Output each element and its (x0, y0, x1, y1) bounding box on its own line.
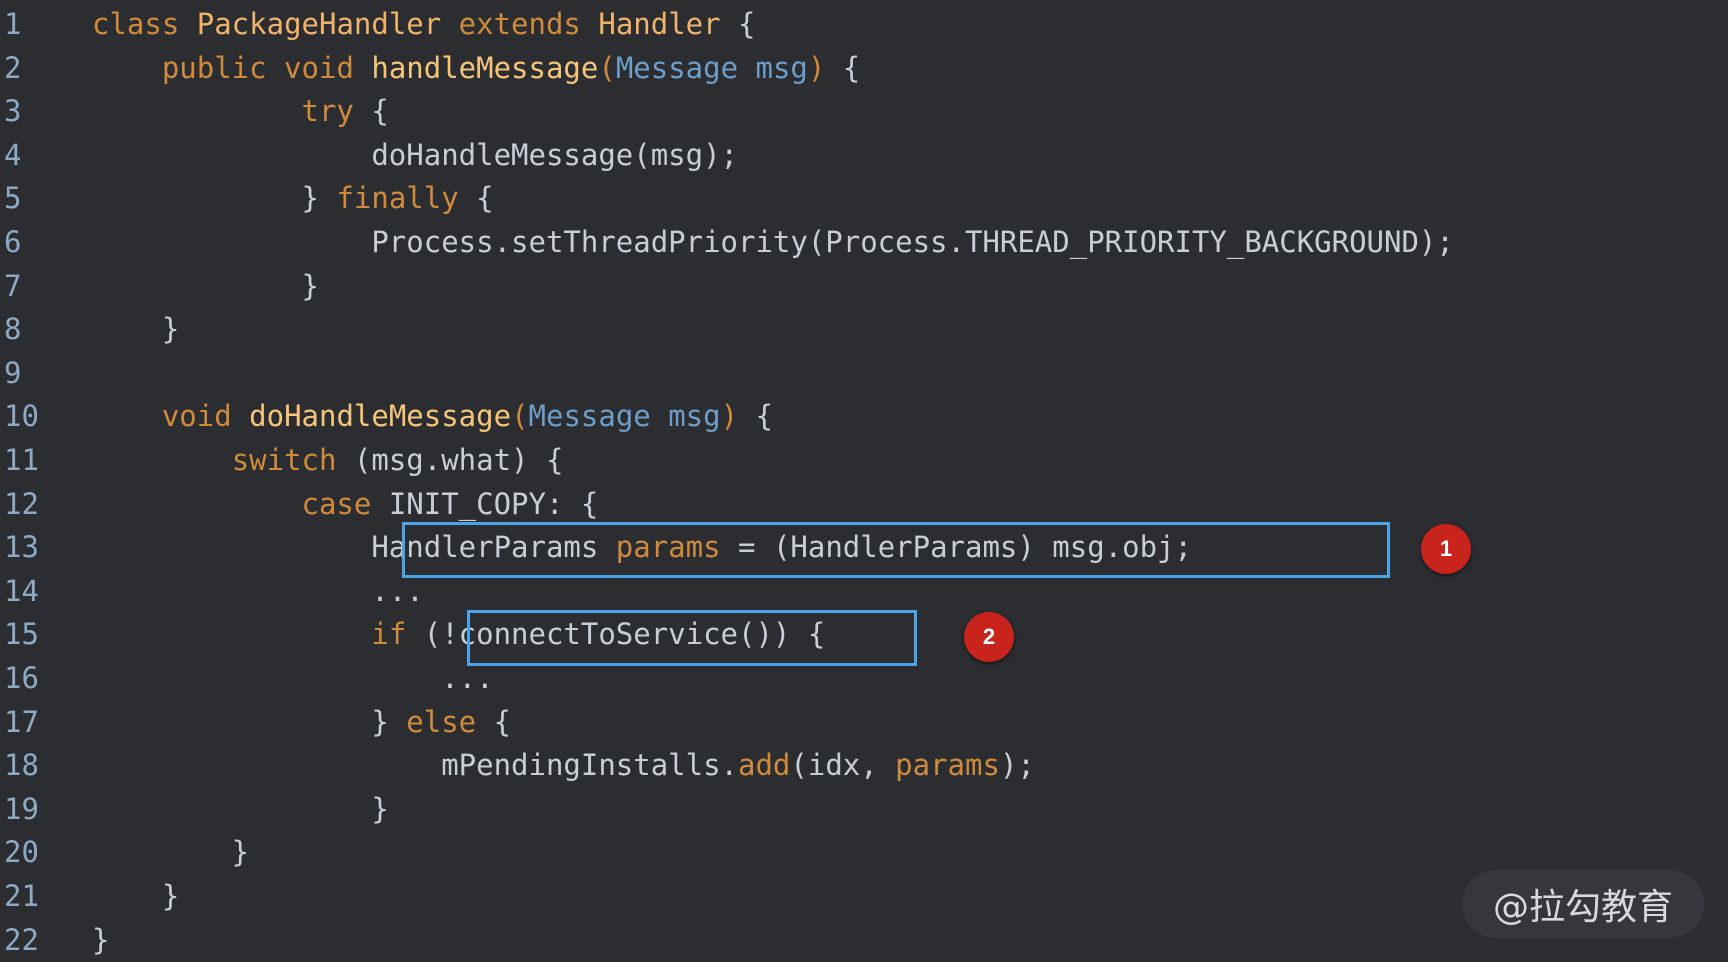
code-text: Process.setThreadPriority(Process.THREAD… (92, 220, 1454, 264)
code-text: public void handleMessage(Message msg) { (92, 46, 860, 90)
watermark-logo: @拉勾教育 (1462, 870, 1704, 938)
highlight-box-connect (467, 610, 917, 666)
line-number: 21 (4, 879, 39, 913)
code-token: } (92, 835, 250, 870)
highlight-box-params (402, 522, 1390, 578)
code-token: } (92, 312, 180, 347)
code-token: finally (336, 181, 459, 216)
line-number: 20 (4, 835, 39, 870)
code-text: } (92, 918, 109, 962)
annotation-badge-1: 1 (1421, 524, 1471, 574)
line-number: 3 (4, 94, 22, 129)
annotation-badge-2: 2 (964, 612, 1014, 662)
line-number: 22 (4, 922, 39, 957)
code-token: (msg.what) { (336, 443, 564, 477)
code-token: void (161, 399, 250, 434)
code-token: Handler (598, 7, 739, 41)
line-number: 13 (4, 530, 39, 565)
code-token: handleMessage (371, 50, 599, 85)
code-token: (idx, (790, 748, 896, 783)
code-token: } (92, 704, 407, 739)
code-token: add (738, 748, 791, 783)
code-token: { (353, 94, 389, 129)
code-text: } (92, 830, 249, 874)
code-token: doHandleMessage (249, 399, 512, 434)
code-text: ... (92, 569, 424, 613)
line-number: 15 (4, 617, 39, 652)
line-number: 1 (4, 7, 22, 41)
code-text: } (92, 264, 319, 308)
code-token: switch (231, 443, 337, 477)
code-text: } (92, 307, 179, 351)
line-number: 19 (4, 791, 39, 826)
code-text: try { (92, 89, 389, 133)
code-token: doHandleMessage(msg); (92, 137, 739, 172)
code-token: { (738, 7, 756, 41)
line-number: 7 (4, 268, 22, 303)
code-text: } (92, 787, 389, 831)
code-token: } (92, 181, 337, 216)
code-text: switch (msg.what) { (92, 438, 564, 482)
code-token: { (738, 399, 773, 434)
code-text: doHandleMessage(msg); (92, 133, 738, 177)
code-token: { (458, 181, 494, 216)
code-text: case INIT_COPY: { (92, 482, 599, 526)
code-token: Message msg (528, 399, 721, 434)
code-text: } (92, 874, 179, 918)
code-token: INIT_COPY: { (371, 486, 599, 521)
code-text: class PackageHandler extends Handler { (92, 2, 756, 46)
line-number: 8 (4, 312, 22, 347)
code-token: ( (511, 399, 529, 434)
code-token: case (301, 486, 372, 521)
code-token: } (92, 922, 110, 957)
code-token: else (406, 704, 477, 739)
line-number: 6 (4, 225, 22, 259)
line-number: 9 (4, 355, 22, 390)
code-token: ) (807, 50, 826, 85)
line-number: 2 (4, 50, 22, 85)
line-number: 11 (4, 443, 39, 477)
line-number: 5 (4, 181, 22, 216)
code-text: } finally { (92, 176, 494, 220)
code-token: } (92, 791, 389, 826)
code-token: ... (92, 661, 494, 695)
code-token: Message msg (615, 50, 808, 85)
code-token: } (92, 879, 180, 913)
code-token: } (92, 268, 319, 303)
code-text: void doHandleMessage(Message msg) { (92, 394, 773, 438)
code-token: try (301, 94, 354, 129)
code-token: class (92, 7, 197, 41)
line-number: 14 (4, 573, 39, 608)
code-text: ... (92, 656, 494, 700)
code-token: if (371, 617, 407, 652)
code-token: ... (92, 573, 424, 608)
code-token: Process.setThreadPriority(Process.THREAD… (92, 225, 1454, 259)
code-token: ( (598, 50, 616, 85)
code-token: params (895, 748, 1000, 783)
line-number: 10 (4, 399, 39, 434)
line-number: 16 (4, 661, 39, 695)
code-token: public void (161, 50, 372, 85)
code-text: mPendingInstalls.add(idx, params); (92, 743, 1035, 787)
line-number: 12 (4, 486, 39, 521)
line-number: 17 (4, 704, 39, 739)
code-editor: 1 class PackageHandler extends Handler {2… (0, 0, 1728, 962)
code-token: mPendingInstalls. (92, 748, 739, 783)
code-token: ) (720, 399, 739, 434)
line-number: 4 (4, 137, 22, 172)
code-token: { (476, 704, 512, 739)
line-number: 18 (4, 748, 39, 783)
code-token: extends (458, 7, 599, 41)
code-text: } else { (92, 700, 511, 744)
code-token: { (825, 50, 861, 85)
code-token: PackageHandler (196, 7, 459, 41)
code-token: ); (999, 748, 1035, 783)
